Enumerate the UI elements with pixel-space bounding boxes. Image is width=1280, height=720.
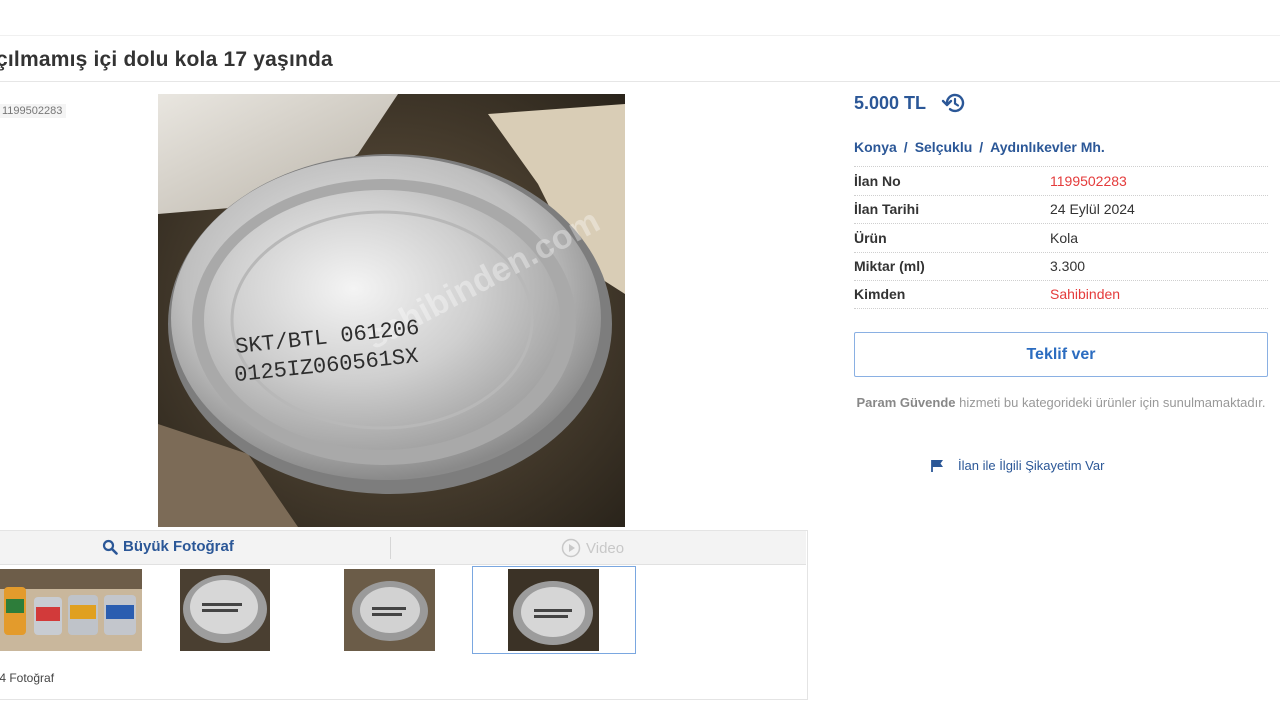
thumbnail-2[interactable] bbox=[180, 569, 270, 651]
complaint-link[interactable]: İlan ile İlgili Şikayetim Var bbox=[930, 458, 1104, 473]
secure-note-text: hizmeti bu kategorideki ürünler için sun… bbox=[955, 395, 1266, 410]
cans-thumbnail-image bbox=[0, 569, 142, 651]
detail-value: Sahibinden bbox=[1050, 286, 1121, 303]
thumbnail-1[interactable] bbox=[0, 569, 142, 651]
detail-row-product: Ürün Kola bbox=[854, 223, 1268, 252]
price-row: 5.000 TL bbox=[854, 92, 968, 114]
tab-video: Video bbox=[561, 538, 624, 558]
tab-big-photo[interactable]: Büyük Fotoğraf bbox=[102, 538, 234, 555]
location-separator: / bbox=[979, 139, 984, 155]
detail-row-seller-type: Kimden Sahibinden bbox=[854, 280, 1268, 309]
detail-value: 3.300 bbox=[1050, 258, 1086, 275]
detail-value: 1199502283 bbox=[1050, 172, 1127, 189]
thumbnail-3[interactable] bbox=[344, 569, 435, 651]
location-neighborhood[interactable]: Aydınlıkevler Mh. bbox=[990, 139, 1105, 155]
detail-label: Kimden bbox=[854, 286, 906, 303]
secure-note-brand: Param Güvende bbox=[856, 395, 956, 410]
play-icon bbox=[561, 538, 581, 558]
lid-thumbnail-image bbox=[344, 569, 435, 651]
detail-value: Kola bbox=[1050, 229, 1079, 246]
detail-value: 24 Eylül 2024 bbox=[1050, 201, 1135, 218]
photo-panel: Büyük Fotoğraf Video /4 Fotoğraf bbox=[0, 530, 808, 700]
top-strip bbox=[0, 0, 1280, 36]
detail-row-amount: Miktar (ml) 3.300 bbox=[854, 251, 1268, 281]
photo-count: /4 Fotoğraf bbox=[0, 671, 55, 685]
location-city[interactable]: Konya bbox=[854, 139, 897, 155]
can-lid-photo: sahibinden.com SKT/BTL 061206 0125IZ0605… bbox=[158, 94, 625, 527]
location-district[interactable]: Selçuklu bbox=[915, 139, 973, 155]
tab-video-label: Video bbox=[586, 539, 625, 557]
tab-big-photo-label: Büyük Fotoğraf bbox=[123, 538, 234, 555]
flag-icon bbox=[931, 459, 943, 472]
photo-tabs: Büyük Fotoğraf Video bbox=[0, 531, 806, 565]
make-offer-button[interactable]: Teklif ver bbox=[854, 332, 1268, 377]
listing-details-table: İlan No 1199502283 İlan Tarihi 24 Eylül … bbox=[854, 166, 1268, 309]
title-bar: çılmamış içi dolu kola 17 yaşında bbox=[0, 38, 1280, 82]
lid-thumbnail-image bbox=[180, 569, 270, 651]
detail-label: İlan Tarihi bbox=[854, 201, 920, 218]
price: 5.000 TL bbox=[854, 92, 927, 113]
detail-label: Miktar (ml) bbox=[854, 258, 925, 275]
detail-label: Ürün bbox=[854, 229, 887, 246]
location-separator: / bbox=[903, 139, 908, 155]
detail-row-listing-date: İlan Tarihi 24 Eylül 2024 bbox=[854, 194, 1268, 224]
listing-number-small: 1199502283 bbox=[0, 104, 67, 118]
complaint-link-label: İlan ile İlgili Şikayetim Var bbox=[958, 458, 1105, 473]
price-history-icon[interactable] bbox=[940, 92, 968, 114]
detail-label: İlan No bbox=[854, 172, 901, 189]
location-breadcrumb: Konya / Selçuklu / Aydınlıkevler Mh. bbox=[854, 139, 1105, 155]
detail-row-listing-no: İlan No 1199502283 bbox=[854, 166, 1268, 195]
thumbnail-selected-frame bbox=[472, 566, 636, 654]
magnifier-icon bbox=[102, 539, 118, 555]
main-photo[interactable]: sahibinden.com SKT/BTL 061206 0125IZ0605… bbox=[158, 94, 625, 527]
tab-divider bbox=[390, 537, 391, 559]
secure-payment-note: Param Güvende hizmeti bu kategorideki ür… bbox=[854, 394, 1268, 411]
page-title: çılmamış içi dolu kola 17 yaşında bbox=[0, 48, 333, 71]
